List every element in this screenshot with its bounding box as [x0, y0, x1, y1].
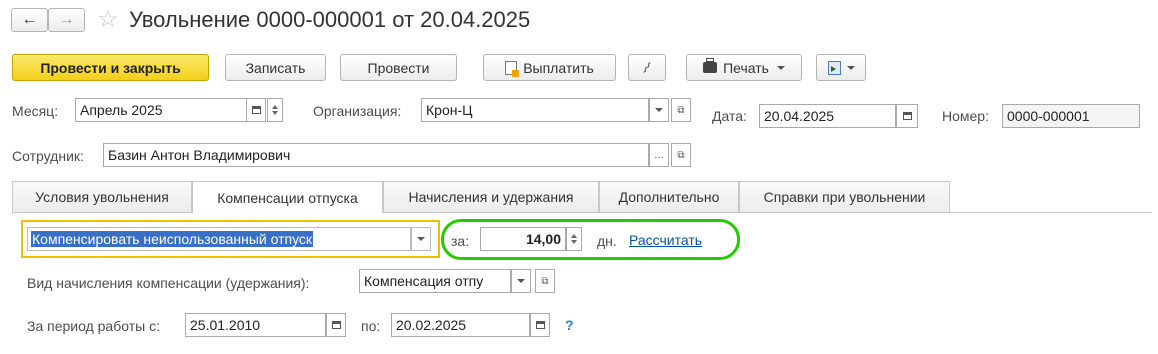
org-field[interactable]: Крон-Ц [421, 98, 649, 122]
calendar-icon [251, 106, 261, 114]
calendar-icon [331, 321, 341, 329]
tab-accruals-deductions[interactable]: Начисления и удержания [383, 181, 599, 212]
open-icon: ⧉ [677, 149, 685, 161]
document-icon [505, 60, 520, 77]
days-value: 14,00 [525, 231, 561, 247]
date-field[interactable]: 20.04.2025 [759, 104, 896, 128]
pay-button[interactable]: Выплатить [483, 54, 616, 81]
compensation-mode-value: Компенсировать неиспользованный отпуск [31, 231, 314, 247]
date-label: Дата: [712, 108, 747, 124]
compensation-type-dropdown[interactable] [511, 269, 531, 293]
compensation-mode-select[interactable]: Компенсировать неиспользованный отпуск [27, 227, 411, 251]
period-from-calendar-button[interactable] [326, 313, 346, 337]
date-calendar-button[interactable] [896, 104, 918, 128]
print-button[interactable]: Печать [686, 54, 802, 81]
compensation-mode-dropdown[interactable] [411, 227, 431, 251]
chevron-down-icon [417, 237, 425, 241]
org-dropdown-button[interactable] [649, 98, 669, 122]
arrow-right-icon: → [58, 11, 75, 28]
tab-dismissal-conditions[interactable]: Условия увольнения [12, 181, 192, 212]
days-stepper[interactable] [566, 227, 582, 251]
period-from-field[interactable]: 25.01.2010 [185, 313, 326, 337]
period-to-field[interactable]: 20.02.2025 [391, 313, 530, 337]
calendar-icon [535, 321, 545, 329]
tab-vacation-compensation[interactable]: Компенсации отпуска [192, 181, 383, 213]
chevron-down-icon [517, 279, 525, 283]
more-actions-button[interactable] [816, 54, 866, 81]
days-unit-label: дн. [597, 233, 617, 249]
month-field[interactable]: Апрель 2025 [75, 98, 247, 122]
number-field[interactable]: 0000-000001 [1002, 104, 1140, 128]
print-button-label: Печать [723, 59, 769, 76]
page-title: Увольнение 0000-000001 от 20.04.2025 [129, 7, 531, 32]
employee-label: Сотрудник: [12, 148, 84, 164]
month-label: Месяц: [12, 103, 59, 119]
forward-button[interactable]: → [48, 8, 85, 32]
org-label: Организация: [313, 103, 402, 119]
tab-additional[interactable]: Дополнительно [599, 181, 739, 212]
attachment-button[interactable]: ⌇ [628, 54, 666, 81]
calendar-icon [902, 112, 912, 120]
post-and-close-button[interactable]: Провести и закрыть [12, 54, 209, 81]
chevron-down-icon [846, 65, 855, 70]
employee-field[interactable]: Базин Антон Владимирович [103, 143, 649, 167]
tab-strip-line [12, 212, 1152, 213]
period-from-label: За период работы с: [27, 318, 160, 334]
open-icon: ⧉ [541, 275, 549, 287]
tab-dismissal-certificates[interactable]: Справки при увольнении [739, 181, 950, 212]
month-calendar-button[interactable] [246, 98, 266, 122]
employee-select-button[interactable]: ... [649, 143, 669, 167]
arrow-left-icon: ← [21, 11, 38, 28]
printer-icon [703, 58, 718, 73]
days-field[interactable]: 14,00 [480, 227, 566, 251]
export-icon [827, 60, 841, 75]
chevron-down-icon [655, 108, 663, 112]
ellipsis-icon: ... [654, 149, 664, 161]
number-label: Номер: [942, 108, 989, 124]
za-label: за: [451, 233, 470, 249]
save-button[interactable]: Записать [225, 54, 326, 81]
back-button[interactable]: ← [11, 8, 48, 32]
help-icon[interactable]: ? [565, 317, 574, 333]
calculate-link[interactable]: Рассчитать [629, 232, 702, 248]
org-open-button[interactable]: ⧉ [671, 98, 691, 122]
paperclip-icon: ⌇ [638, 58, 655, 77]
chevron-down-icon [776, 65, 785, 70]
period-to-calendar-button[interactable] [530, 313, 550, 337]
open-icon: ⧉ [677, 104, 685, 116]
star-icon[interactable]: ☆ [97, 5, 119, 34]
compensation-type-label: Вид начисления компенсации (удержания): [27, 275, 310, 291]
pay-button-label: Выплатить [523, 59, 594, 76]
month-stepper[interactable] [267, 98, 283, 122]
compensation-type-field[interactable]: Компенсация отпу [359, 269, 511, 293]
period-to-label: по: [361, 318, 381, 334]
compensation-type-open-button[interactable]: ⧉ [535, 269, 555, 293]
post-button[interactable]: Провести [340, 54, 457, 81]
employee-open-button[interactable]: ⧉ [671, 143, 691, 167]
